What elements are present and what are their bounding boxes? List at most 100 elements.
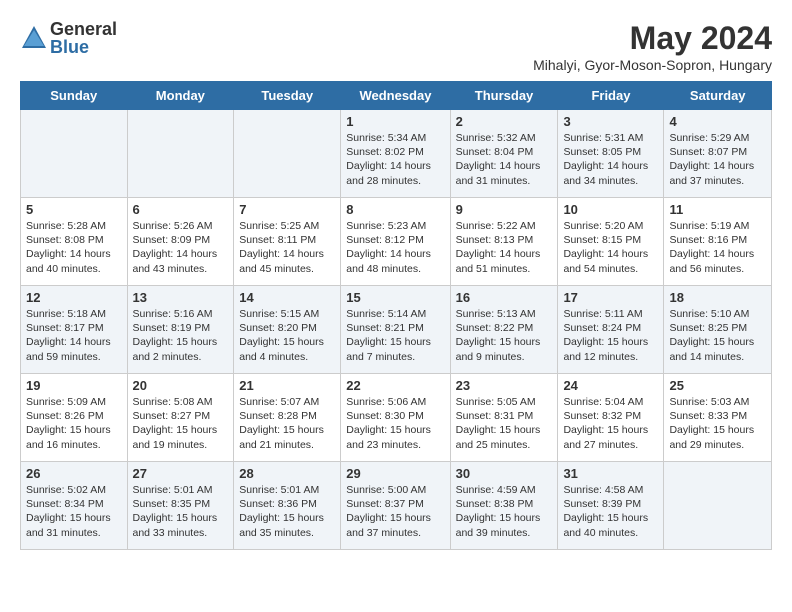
logo-icon (20, 24, 48, 52)
calendar-week: 1 Sunrise: 5:34 AM Sunset: 8:02 PM Daylig… (21, 110, 772, 198)
day-number: 27 (133, 466, 229, 481)
day-info: Sunrise: 5:29 AM Sunset: 8:07 PM Dayligh… (669, 131, 766, 188)
calendar-cell: 26 Sunrise: 5:02 AM Sunset: 8:34 PM Dayli… (21, 462, 128, 550)
day-info: Sunrise: 5:01 AM Sunset: 8:36 PM Dayligh… (239, 483, 335, 540)
day-info: Sunrise: 5:19 AM Sunset: 8:16 PM Dayligh… (669, 219, 766, 276)
day-number: 17 (563, 290, 658, 305)
day-info: Sunrise: 5:23 AM Sunset: 8:12 PM Dayligh… (346, 219, 444, 276)
calendar-cell: 13 Sunrise: 5:16 AM Sunset: 8:19 PM Dayli… (127, 286, 234, 374)
month-title: May 2024 (533, 20, 772, 57)
day-number: 24 (563, 378, 658, 393)
day-info: Sunrise: 5:05 AM Sunset: 8:31 PM Dayligh… (456, 395, 553, 452)
calendar-week: 19 Sunrise: 5:09 AM Sunset: 8:26 PM Dayli… (21, 374, 772, 462)
day-number: 1 (346, 114, 444, 129)
day-number: 11 (669, 202, 766, 217)
calendar-cell: 17 Sunrise: 5:11 AM Sunset: 8:24 PM Dayli… (558, 286, 664, 374)
day-number: 15 (346, 290, 444, 305)
calendar-cell: 6Sunrise: 5:26 AM Sunset: 8:09 PM Daylig… (127, 198, 234, 286)
calendar-cell: 29Sunrise: 5:00 AM Sunset: 8:37 PM Dayli… (341, 462, 450, 550)
title-section: May 2024 Mihalyi, Gyor-Moson-Sopron, Hun… (533, 20, 772, 73)
day-number: 2 (456, 114, 553, 129)
day-info: Sunrise: 5:20 AM Sunset: 8:15 PM Dayligh… (563, 219, 658, 276)
day-number: 19 (26, 378, 122, 393)
calendar-cell: 7Sunrise: 5:25 AM Sunset: 8:11 PM Daylig… (234, 198, 341, 286)
calendar-cell: 31 Sunrise: 4:58 AM Sunset: 8:39 PM Dayli… (558, 462, 664, 550)
day-info: Sunrise: 5:02 AM Sunset: 8:34 PM Dayligh… (26, 483, 122, 540)
day-info: Sunrise: 5:16 AM Sunset: 8:19 PM Dayligh… (133, 307, 229, 364)
header-day: Wednesday (341, 82, 450, 110)
calendar-cell: 10 Sunrise: 5:20 AM Sunset: 8:15 PM Dayli… (558, 198, 664, 286)
calendar-cell: 21 Sunrise: 5:07 AM Sunset: 8:28 PM Dayli… (234, 374, 341, 462)
day-info: Sunrise: 5:15 AM Sunset: 8:20 PM Dayligh… (239, 307, 335, 364)
logo-text: General Blue (50, 20, 117, 56)
day-number: 30 (456, 466, 553, 481)
day-number: 26 (26, 466, 122, 481)
day-number: 9 (456, 202, 553, 217)
day-info: Sunrise: 5:09 AM Sunset: 8:26 PM Dayligh… (26, 395, 122, 452)
location: Mihalyi, Gyor-Moson-Sopron, Hungary (533, 57, 772, 73)
calendar-cell: 12Sunrise: 5:18 AM Sunset: 8:17 PM Dayli… (21, 286, 128, 374)
calendar-cell: 4Sunrise: 5:29 AM Sunset: 8:07 PM Daylig… (664, 110, 772, 198)
calendar-cell: 25 Sunrise: 5:03 AM Sunset: 8:33 PM Dayli… (664, 374, 772, 462)
day-info: Sunrise: 5:01 AM Sunset: 8:35 PM Dayligh… (133, 483, 229, 540)
calendar-cell: 24 Sunrise: 5:04 AM Sunset: 8:32 PM Dayli… (558, 374, 664, 462)
day-number: 28 (239, 466, 335, 481)
calendar-week: 5 Sunrise: 5:28 AM Sunset: 8:08 PM Daylig… (21, 198, 772, 286)
day-info: Sunrise: 5:11 AM Sunset: 8:24 PM Dayligh… (563, 307, 658, 364)
day-number: 10 (563, 202, 658, 217)
day-number: 22 (346, 378, 444, 393)
header-day: Friday (558, 82, 664, 110)
calendar-cell: 11 Sunrise: 5:19 AM Sunset: 8:16 PM Dayli… (664, 198, 772, 286)
calendar-week: 26 Sunrise: 5:02 AM Sunset: 8:34 PM Dayli… (21, 462, 772, 550)
logo-general: General (50, 20, 117, 38)
calendar-cell (21, 110, 128, 198)
day-number: 23 (456, 378, 553, 393)
header-day: Tuesday (234, 82, 341, 110)
day-info: Sunrise: 5:13 AM Sunset: 8:22 PM Dayligh… (456, 307, 553, 364)
day-number: 8 (346, 202, 444, 217)
calendar-cell: 9 Sunrise: 5:22 AM Sunset: 8:13 PM Daylig… (450, 198, 558, 286)
header-day: Saturday (664, 82, 772, 110)
calendar-cell: 19 Sunrise: 5:09 AM Sunset: 8:26 PM Dayli… (21, 374, 128, 462)
day-info: Sunrise: 5:14 AM Sunset: 8:21 PM Dayligh… (346, 307, 444, 364)
calendar-cell (664, 462, 772, 550)
day-info: Sunrise: 5:32 AM Sunset: 8:04 PM Dayligh… (456, 131, 553, 188)
day-info: Sunrise: 4:58 AM Sunset: 8:39 PM Dayligh… (563, 483, 658, 540)
day-info: Sunrise: 5:22 AM Sunset: 8:13 PM Dayligh… (456, 219, 553, 276)
day-info: Sunrise: 5:26 AM Sunset: 8:09 PM Dayligh… (133, 219, 229, 276)
day-info: Sunrise: 5:28 AM Sunset: 8:08 PM Dayligh… (26, 219, 122, 276)
calendar-cell: 27 Sunrise: 5:01 AM Sunset: 8:35 PM Dayli… (127, 462, 234, 550)
header-row: SundayMondayTuesdayWednesdayThursdayFrid… (21, 82, 772, 110)
day-info: Sunrise: 5:08 AM Sunset: 8:27 PM Dayligh… (133, 395, 229, 452)
day-info: Sunrise: 4:59 AM Sunset: 8:38 PM Dayligh… (456, 483, 553, 540)
calendar-body: 1 Sunrise: 5:34 AM Sunset: 8:02 PM Daylig… (21, 110, 772, 550)
logo: General Blue (20, 20, 117, 56)
day-number: 16 (456, 290, 553, 305)
day-info: Sunrise: 5:31 AM Sunset: 8:05 PM Dayligh… (563, 131, 658, 188)
day-number: 18 (669, 290, 766, 305)
day-info: Sunrise: 5:07 AM Sunset: 8:28 PM Dayligh… (239, 395, 335, 452)
calendar-cell: 15 Sunrise: 5:14 AM Sunset: 8:21 PM Dayli… (341, 286, 450, 374)
day-info: Sunrise: 5:10 AM Sunset: 8:25 PM Dayligh… (669, 307, 766, 364)
day-number: 29 (346, 466, 444, 481)
day-number: 13 (133, 290, 229, 305)
day-info: Sunrise: 5:03 AM Sunset: 8:33 PM Dayligh… (669, 395, 766, 452)
day-number: 5 (26, 202, 122, 217)
day-number: 21 (239, 378, 335, 393)
day-info: Sunrise: 5:34 AM Sunset: 8:02 PM Dayligh… (346, 131, 444, 188)
day-info: Sunrise: 5:04 AM Sunset: 8:32 PM Dayligh… (563, 395, 658, 452)
calendar-cell: 18 Sunrise: 5:10 AM Sunset: 8:25 PM Dayli… (664, 286, 772, 374)
calendar-cell: 23 Sunrise: 5:05 AM Sunset: 8:31 PM Dayli… (450, 374, 558, 462)
calendar-cell: 22Sunrise: 5:06 AM Sunset: 8:30 PM Dayli… (341, 374, 450, 462)
calendar-cell: 28 Sunrise: 5:01 AM Sunset: 8:36 PM Dayli… (234, 462, 341, 550)
header-day: Monday (127, 82, 234, 110)
day-number: 31 (563, 466, 658, 481)
calendar-week: 12Sunrise: 5:18 AM Sunset: 8:17 PM Dayli… (21, 286, 772, 374)
logo-blue: Blue (50, 38, 117, 56)
calendar-table: SundayMondayTuesdayWednesdayThursdayFrid… (20, 81, 772, 550)
header-day: Sunday (21, 82, 128, 110)
day-number: 25 (669, 378, 766, 393)
calendar-cell: 1 Sunrise: 5:34 AM Sunset: 8:02 PM Daylig… (341, 110, 450, 198)
calendar-cell: 14Sunrise: 5:15 AM Sunset: 8:20 PM Dayli… (234, 286, 341, 374)
day-info: Sunrise: 5:18 AM Sunset: 8:17 PM Dayligh… (26, 307, 122, 364)
